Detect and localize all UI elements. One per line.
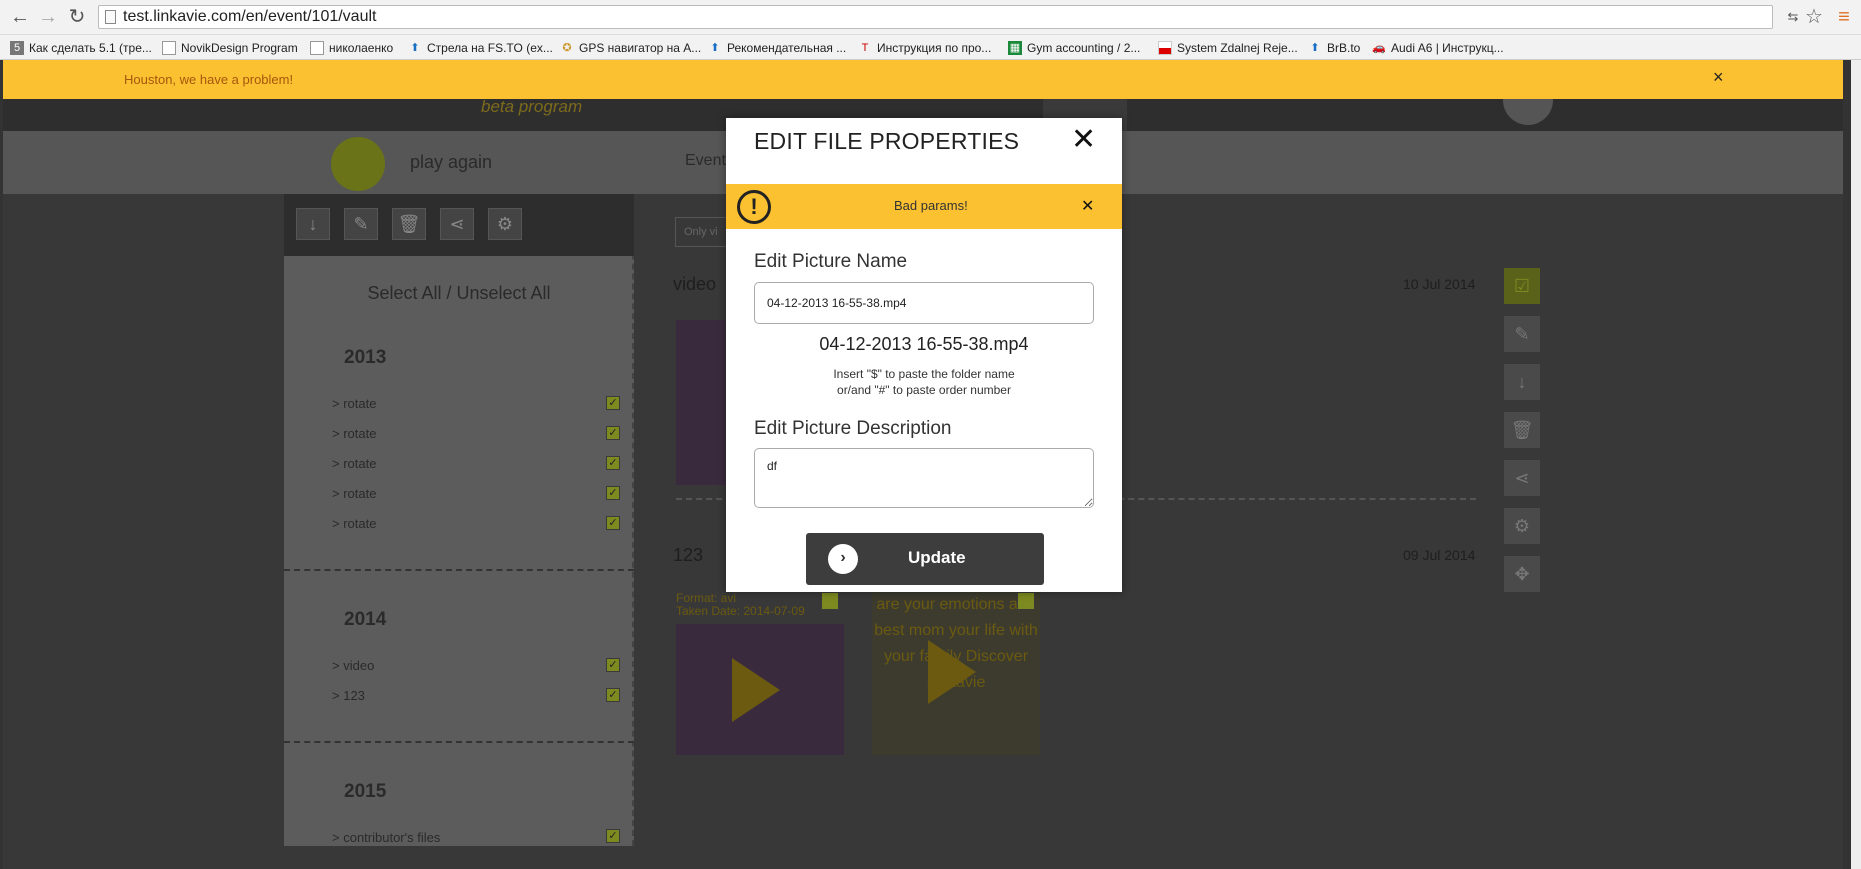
page-icon <box>105 10 116 24</box>
folder-checkbox[interactable]: ✓ <box>606 456 620 470</box>
folder-item[interactable]: > video <box>332 658 374 673</box>
folder-item[interactable]: > rotate <box>332 396 376 411</box>
media-thumbnail[interactable] <box>676 624 844 755</box>
chevron-right-icon: › <box>828 544 858 574</box>
browser-toolbar: ← → ↻ test.linkavie.com/en/event/101/vau… <box>0 0 1861 35</box>
edit-icon[interactable]: ✎ <box>1504 316 1540 352</box>
alert-banner: Houston, we have a problem! × <box>3 60 1843 99</box>
name-preview: 04-12-2013 16-55-38.mp4 <box>819 334 1029 354</box>
event-title: play again <box>410 152 493 172</box>
folder-item[interactable]: > rotate <box>332 456 376 471</box>
address-bar[interactable]: test.linkavie.com/en/event/101/vault <box>98 5 1773 29</box>
bookmark[interactable]: ⬆ BrB.to <box>1308 38 1360 58</box>
year-heading: 2014 <box>344 609 387 630</box>
error-banner: ! Bad params! ✕ <box>726 184 1122 229</box>
back-icon[interactable]: ← <box>8 5 32 29</box>
folder-checkbox[interactable]: ✓ <box>606 426 620 440</box>
select-check-icon[interactable]: ☑ <box>1504 268 1540 304</box>
year-heading: 2013 <box>344 347 387 368</box>
update-label: Update <box>908 548 966 567</box>
media-checkbox[interactable] <box>1017 592 1035 610</box>
warning-icon: ! <box>737 190 771 224</box>
year-heading: 2015 <box>344 781 387 802</box>
play-icon[interactable] <box>732 658 780 722</box>
settings-icon[interactable]: ⚙ <box>488 208 522 240</box>
folder-item[interactable]: > 123 <box>332 688 365 703</box>
bookmark[interactable]: николаенко <box>310 38 393 58</box>
bookmark[interactable]: NovikDesign Program <box>162 38 298 58</box>
bookmark[interactable]: 🚗 Audi A6 | Инструкц... <box>1372 38 1503 58</box>
folder-checkbox[interactable]: ✓ <box>606 516 620 530</box>
media-checkbox[interactable] <box>821 592 839 610</box>
edit-icon[interactable]: ✎ <box>344 208 378 240</box>
scrollbar[interactable] <box>1851 60 1861 869</box>
download-icon[interactable]: ↓ <box>1504 364 1540 400</box>
section-title: video <box>673 274 717 294</box>
close-icon[interactable]: ✕ <box>1071 122 1096 157</box>
name-hint: Insert "$" to paste the folder name or/a… <box>833 367 1015 397</box>
folder-item[interactable]: > contributor's files <box>332 830 440 845</box>
select-all-link[interactable]: Select All / Unselect All <box>284 283 634 304</box>
alert-close-button[interactable]: × <box>1713 67 1724 88</box>
update-button[interactable]: › Update <box>806 533 1044 585</box>
nav-event[interactable]: Event <box>685 152 726 170</box>
bookmark[interactable]: ▦ Gym accounting / 2... <box>1008 38 1140 58</box>
download-icon[interactable]: ↓ <box>296 208 330 240</box>
alert-message: Houston, we have a problem! <box>124 72 294 87</box>
star-icon[interactable]: ☆ <box>1802 5 1826 29</box>
bookmark[interactable]: ⬆ Стрела на FS.TO (ex... <box>408 38 553 58</box>
folder-checkbox[interactable]: ✓ <box>606 688 620 702</box>
bookmark[interactable]: ⬆ Рекомендательная ... <box>708 38 846 58</box>
trash-icon[interactable]: 🗑 <box>392 208 426 240</box>
description-label: Edit Picture Description <box>754 418 952 439</box>
folder-checkbox[interactable]: ✓ <box>606 486 620 500</box>
edit-file-modal: EDIT FILE PROPERTIES ✕ ! Bad params! ✕ E… <box>726 118 1122 592</box>
event-icon <box>331 137 385 191</box>
folder-item[interactable]: > rotate <box>332 426 376 441</box>
modal-title: EDIT FILE PROPERTIES <box>754 128 1020 154</box>
menu-icon[interactable]: ≡ <box>1832 5 1856 29</box>
bookmarks-bar: 5 Как сделать 5.1 (тре... NovikDesign Pro… <box>0 35 1861 60</box>
url-text: test.linkavie.com/en/event/101/vault <box>123 8 377 25</box>
folder-item[interactable]: > rotate <box>332 486 376 501</box>
move-icon[interactable]: ✥ <box>1504 556 1540 592</box>
media-thumbnail[interactable] <box>676 320 726 485</box>
media-meta: Format: avi Taken Date: 2014-07-09 <box>676 591 805 618</box>
avatar[interactable] <box>1503 99 1553 125</box>
logo-subtitle: beta program <box>481 97 583 116</box>
divider <box>284 741 634 743</box>
trash-icon[interactable]: 🗑 <box>1504 412 1540 448</box>
section-title: 123 <box>673 545 704 565</box>
reload-icon[interactable]: ↻ <box>65 5 89 29</box>
bookmark[interactable]: 5 Как сделать 5.1 (тре... <box>10 38 152 58</box>
folder-checkbox[interactable]: ✓ <box>606 658 620 672</box>
error-message: Bad params! <box>894 198 968 213</box>
bookmark[interactable]: T Инструкция по про... <box>858 38 992 58</box>
share-icon[interactable]: ⋖ <box>440 208 474 240</box>
share-icon[interactable]: ⋖ <box>1504 460 1540 496</box>
name-label: Edit Picture Name <box>754 251 908 272</box>
description-input[interactable]: df <box>754 448 1094 508</box>
divider <box>284 569 634 571</box>
settings-icon[interactable]: ⚙ <box>1504 508 1540 544</box>
folder-checkbox[interactable]: ✓ <box>606 396 620 410</box>
bookmark[interactable]: ✪ GPS навигатор на A... <box>560 38 701 58</box>
play-icon[interactable] <box>928 640 976 704</box>
section-date: 09 Jul 2014 <box>1403 547 1476 563</box>
bookmark[interactable]: System Zdalnej Reje... <box>1158 38 1298 58</box>
folder-item[interactable]: > rotate <box>332 516 376 531</box>
name-input[interactable] <box>754 282 1094 324</box>
folder-checkbox[interactable]: ✓ <box>606 829 620 843</box>
forward-icon[interactable]: → <box>36 5 60 29</box>
error-close-icon[interactable]: ✕ <box>1081 196 1094 216</box>
section-date: 10 Jul 2014 <box>1403 276 1476 292</box>
